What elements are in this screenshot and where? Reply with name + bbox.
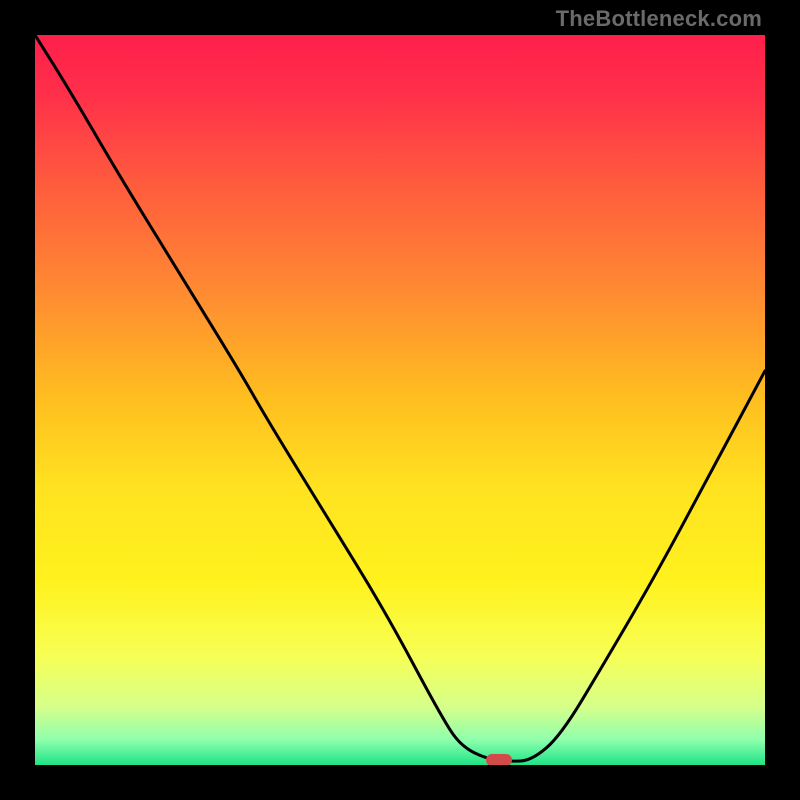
watermark-text: TheBottleneck.com (556, 6, 762, 32)
plot-area (35, 35, 765, 765)
bottleneck-curve (35, 35, 765, 765)
optimal-marker (486, 754, 512, 765)
chart-frame: TheBottleneck.com (0, 0, 800, 800)
